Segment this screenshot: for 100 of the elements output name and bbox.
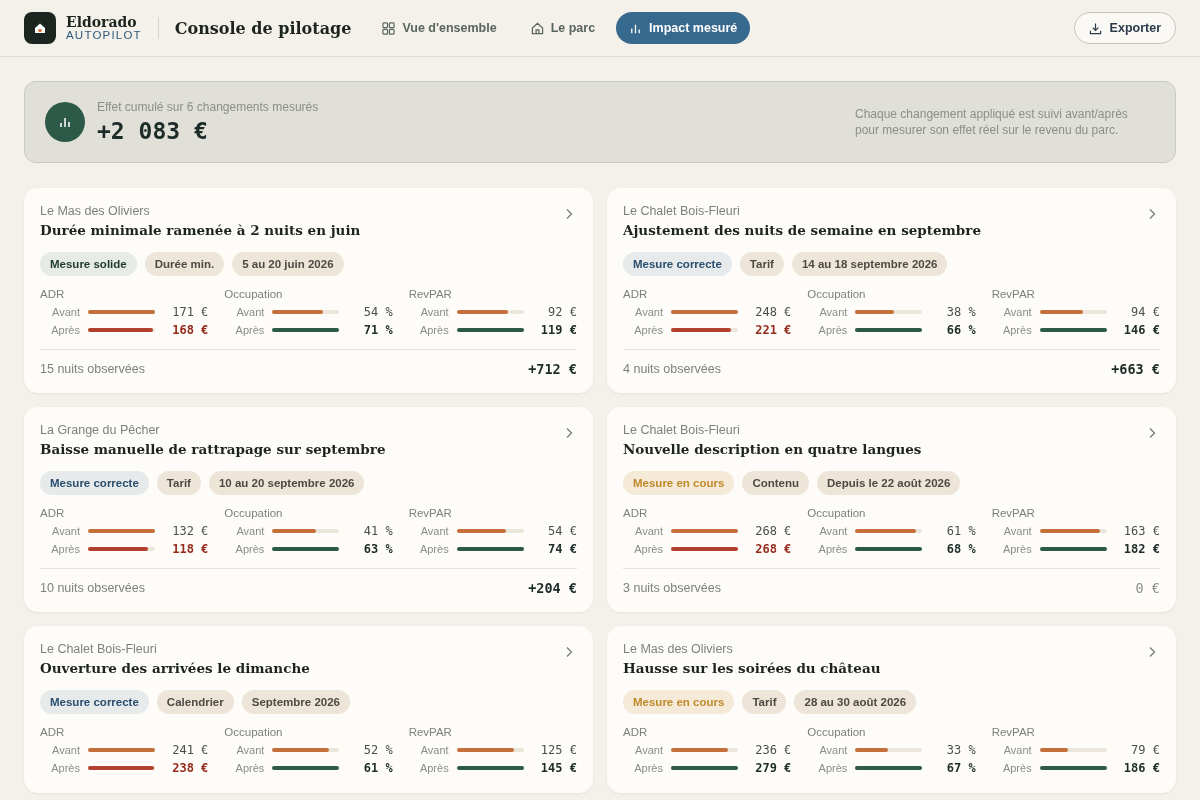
chevron-right-icon[interactable]: [1148, 427, 1156, 439]
tag: Depuis le 22 août 2026: [817, 471, 961, 495]
metric-value: 279 €: [755, 761, 792, 775]
chevron-right-icon[interactable]: [565, 208, 573, 220]
metric-value: 67 %: [946, 761, 976, 775]
metric-name: Occupation: [807, 726, 867, 738]
change-title: Baisse manuelle de rattrapage sur septembre: [40, 441, 386, 457]
row-label: Après: [817, 324, 848, 336]
row-label: Après: [633, 543, 663, 555]
metric-name: ADR: [40, 288, 66, 300]
change-card[interactable]: Le Mas des Oliviers Hausse sur les soirées du château Mesure en cours Tarif 28 au 30 août 2026 ADR Avant 236 € Après 279 € Occupation Avant 33 % Après 67 % RevPAR Avant 79 € Après 186 €: [607, 626, 1176, 793]
row-label: Après: [50, 543, 80, 555]
chevron-right-icon[interactable]: [565, 427, 573, 439]
metric-value: 186 €: [1123, 761, 1160, 775]
metric-value: 61 %: [363, 761, 393, 775]
change-card[interactable]: [24, 188, 593, 393]
metric-name: Occupation: [807, 507, 867, 519]
row-label: Après: [50, 762, 80, 774]
change-card[interactable]: [607, 407, 1176, 612]
row-label: Avant: [1002, 525, 1032, 537]
metric-name: Occupation: [224, 726, 284, 738]
tag: Tarif: [739, 252, 784, 276]
row-label: Avant: [818, 306, 848, 318]
change-card[interactable]: [24, 407, 593, 612]
metric-name: ADR: [623, 288, 649, 300]
home-icon: [530, 21, 544, 35]
nights-observed: 3 nuits observées: [623, 581, 721, 595]
metric-value: 33 %: [946, 743, 976, 757]
property-name: Le Chalet Bois-Fleuri: [40, 642, 157, 656]
nav-tab[interactable]: Vue d'ensemble: [369, 12, 510, 44]
row-label: Avant: [818, 744, 848, 756]
chevron-right-icon[interactable]: [1148, 646, 1156, 658]
row-label: Après: [418, 762, 449, 774]
metric-name: Occupation: [807, 288, 867, 300]
metric-value: 52 %: [363, 743, 393, 757]
row-label: Après: [1001, 324, 1032, 336]
row-label: Après: [50, 324, 80, 336]
tag: Tarif: [156, 471, 201, 495]
row-label: Avant: [235, 525, 265, 537]
tag: Septembre 2026: [241, 690, 350, 714]
tag: Mesure solide: [40, 252, 137, 276]
metric-value: 68 %: [946, 542, 976, 556]
tag: Tarif: [742, 690, 787, 714]
nights-observed: 10 nuits observées: [40, 581, 145, 595]
export-button[interactable]: Exporter: [1073, 12, 1176, 44]
metric-name: ADR: [623, 507, 649, 519]
row-label: Après: [418, 543, 449, 555]
chevron-right-icon[interactable]: [1148, 208, 1156, 220]
row-label: Avant: [634, 306, 663, 318]
metric-name: RevPAR: [991, 507, 1036, 519]
row-label: Avant: [634, 744, 663, 756]
metric-value: 145 €: [540, 761, 577, 775]
metric-value: 38 %: [946, 305, 976, 319]
change-card[interactable]: Le Chalet Bois-Fleuri Ouverture des arrivées le dimanche Mesure correcte Calendrier Septembre 2026 ADR Avant 241 € Après 238 € Occupation Avant 52 % Après 61 % RevPAR Avant 125 € Après 145 €: [24, 626, 593, 793]
row-label: Après: [234, 762, 265, 774]
tag: Durée min.: [144, 252, 225, 276]
tag: 10 au 20 septembre 2026: [208, 471, 365, 495]
metric-value: 71 %: [363, 323, 393, 337]
metric-value: 41 %: [363, 524, 393, 538]
summary-note: Chaque changement appliqué est suivi avant/après pour mesurer son effet réel sur le revenu du parc.: [855, 105, 1129, 139]
page-title: Console de pilotage: [174, 18, 352, 38]
metric-name: RevPAR: [408, 507, 453, 519]
metric-value: 54 %: [363, 305, 393, 319]
row-label: Après: [817, 762, 848, 774]
chevron-right-icon[interactable]: [565, 646, 573, 658]
metric-value: 66 %: [946, 323, 976, 337]
result-amount: 0 €: [1135, 580, 1160, 596]
row-label: Après: [633, 324, 663, 336]
metric-value: 236 €: [755, 743, 792, 757]
nav-tab[interactable]: Le parc: [517, 12, 609, 44]
metric-value: 146 €: [1123, 323, 1160, 337]
summary-total: +2 083 €: [97, 118, 209, 144]
property-name: Le Mas des Oliviers: [40, 204, 150, 218]
row-label: Avant: [51, 744, 80, 756]
metric-value: 268 €: [755, 542, 792, 556]
tag: 5 au 20 juin 2026: [232, 252, 344, 276]
metric-value: 61 %: [946, 524, 976, 538]
metric-value: 63 %: [363, 542, 393, 556]
metric-value: 54 €: [548, 524, 577, 538]
brand-subtitle: AUTOPILOT: [66, 29, 142, 42]
metric-value: 94 €: [1131, 305, 1160, 319]
row-label: Avant: [1002, 306, 1032, 318]
metric-value: 125 €: [540, 743, 577, 757]
change-card[interactable]: [607, 188, 1176, 393]
brand-name: Eldorado: [66, 14, 138, 30]
row-label: Avant: [818, 525, 848, 537]
nav-tab[interactable]: Impact mesuré: [616, 12, 751, 44]
metric-name: RevPAR: [408, 726, 453, 738]
summary-caption: Effet cumulé sur 6 changements mesurés: [97, 100, 319, 114]
tag: Mesure en cours: [623, 690, 735, 714]
bar-chart-icon: [45, 102, 85, 142]
change-title: Ouverture des arrivées le dimanche: [40, 660, 310, 676]
metric-value: 119 €: [540, 323, 577, 337]
metric-value: 92 €: [548, 305, 577, 319]
change-title: Ajustement des nuits de semaine en septembre: [623, 222, 981, 238]
row-label: Après: [1001, 543, 1032, 555]
metric-name: ADR: [623, 726, 649, 738]
nights-observed: 4 nuits observées: [623, 362, 721, 376]
metric-value: 248 €: [755, 305, 792, 319]
metric-value: 241 €: [172, 743, 209, 757]
